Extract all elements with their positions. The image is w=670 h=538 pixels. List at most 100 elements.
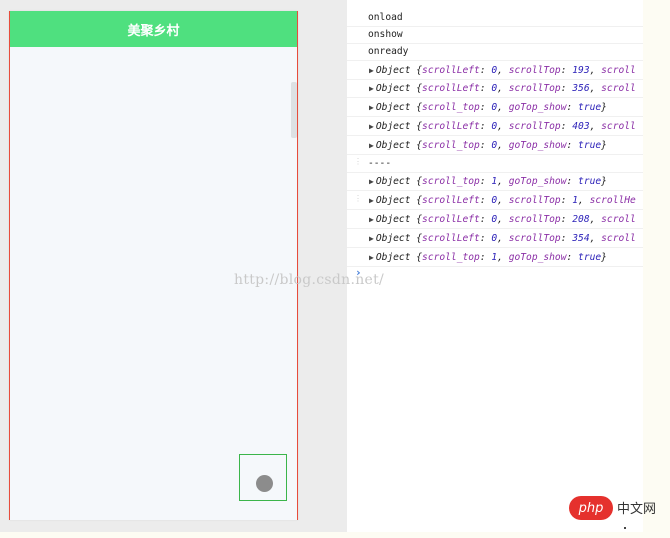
console-object-line[interactable]: ▶ Object {scrollLeft: 0, scrollTop: 1, sc…: [347, 191, 643, 210]
expand-triangle-icon[interactable]: ▶: [369, 234, 374, 243]
object-punct: }: [601, 175, 607, 187]
object-punct: ,: [497, 120, 509, 132]
object-key: scrollTop: [508, 64, 561, 76]
go-top-button[interactable]: [239, 454, 287, 501]
object-key: goTop_show: [508, 101, 567, 113]
object-type: Object: [375, 82, 411, 94]
object-key: scroll_top: [422, 251, 480, 263]
object-value: true: [578, 139, 602, 151]
console-object-line[interactable]: ▶ Object {scrollLeft: 0, scrollTop: 208, …: [347, 210, 643, 229]
console-object-line[interactable]: ▶ Object {scroll_top: 0, goTop_show: true…: [347, 136, 643, 155]
console-log-text: ----: [368, 157, 392, 169]
object-punct: :: [560, 232, 573, 244]
expand-triangle-icon[interactable]: ▶: [369, 84, 374, 93]
console-panel: ⋮ ⋮ › onload onshow onready ▶ Object {scroll…: [347, 0, 643, 532]
object-key: scrollLeft: [422, 213, 480, 225]
corner-dot: [624, 527, 626, 529]
navigation-bar: 美聚乡村: [10, 11, 297, 47]
object-punct: :: [560, 194, 573, 206]
object-value: true: [578, 251, 602, 263]
object-key: scrollTop: [508, 82, 561, 94]
object-value: 354: [572, 232, 590, 244]
expand-triangle-icon[interactable]: ▶: [369, 141, 374, 150]
object-punct: :: [479, 232, 492, 244]
object-type: Object: [375, 64, 411, 76]
object-key: scrollLeft: [422, 194, 480, 206]
object-punct: ,: [497, 213, 509, 225]
object-punct: :: [479, 64, 492, 76]
object-punct: ,: [589, 120, 602, 132]
object-value: true: [578, 101, 602, 113]
object-punct: ,: [497, 101, 509, 113]
object-punct: ,: [497, 64, 509, 76]
object-punct: :: [479, 101, 492, 113]
object-key: scroll: [601, 120, 636, 132]
console-log-text: onready: [368, 45, 409, 57]
object-value: 208: [572, 213, 590, 225]
object-key: goTop_show: [508, 139, 567, 151]
console-log-line: ----: [347, 154, 643, 173]
console-log-text: onshow: [368, 28, 403, 40]
go-top-icon: [255, 475, 273, 492]
object-punct: ,: [497, 175, 509, 187]
expand-triangle-icon[interactable]: ▶: [369, 177, 374, 186]
console-object-line[interactable]: ▶ Object {scrollLeft: 0, scrollTop: 354, …: [347, 229, 643, 248]
scrollbar[interactable]: [291, 82, 297, 138]
object-key: scroll_top: [422, 139, 480, 151]
object-punct: ,: [497, 139, 509, 151]
object-punct: }: [601, 101, 607, 113]
console-object-line[interactable]: ▶ Object {scrollLeft: 0, scrollTop: 403, …: [347, 117, 643, 136]
object-punct: ,: [578, 194, 590, 206]
object-key: scrollTop: [508, 213, 561, 225]
console-object-line[interactable]: ▶ Object {scrollLeft: 0, scrollTop: 356, …: [347, 79, 643, 98]
object-type: Object: [375, 251, 411, 263]
object-punct: :: [566, 251, 579, 263]
object-key: scrollHe: [589, 194, 636, 206]
object-key: scrollLeft: [422, 64, 480, 76]
object-key: scroll: [601, 232, 636, 244]
object-punct: ,: [589, 82, 602, 94]
console-object-line[interactable]: ▶ Object {scroll_top: 1, goTop_show: true…: [347, 248, 643, 267]
object-key: scroll_top: [422, 101, 480, 113]
object-key: scrollLeft: [422, 232, 480, 244]
object-key: goTop_show: [508, 251, 567, 263]
console-object-line[interactable]: ▶ Object {scrollLeft: 0, scrollTop: 193, …: [347, 61, 643, 80]
object-value: 193: [572, 64, 590, 76]
object-key: scrollTop: [508, 120, 561, 132]
object-type: Object: [375, 232, 411, 244]
phone-screen: 美聚乡村: [9, 11, 298, 520]
console-object-line[interactable]: ▶ Object {scroll_top: 0, goTop_show: true…: [347, 98, 643, 117]
expand-triangle-icon[interactable]: ▶: [369, 103, 374, 112]
console-object-line[interactable]: ▶ Object {scroll_top: 1, goTop_show: true…: [347, 172, 643, 191]
object-value: 356: [572, 82, 590, 94]
expand-triangle-icon[interactable]: ▶: [369, 253, 374, 262]
expand-triangle-icon[interactable]: ▶: [369, 122, 374, 131]
object-key: scroll: [601, 213, 636, 225]
object-key: scroll: [601, 82, 636, 94]
php-logo: php: [569, 496, 613, 520]
object-punct: :: [479, 82, 492, 94]
object-key: goTop_show: [508, 175, 567, 187]
watermark: http://blog.csdn.net/: [234, 272, 385, 288]
expand-triangle-icon[interactable]: ▶: [369, 215, 374, 224]
object-punct: :: [566, 101, 579, 113]
object-punct: :: [560, 64, 573, 76]
console-log-line: onready: [347, 42, 643, 61]
object-punct: :: [566, 175, 579, 187]
object-punct: ,: [497, 232, 509, 244]
object-punct: ,: [497, 251, 509, 263]
object-punct: :: [479, 213, 492, 225]
object-punct: :: [479, 139, 492, 151]
object-key: scrollTop: [508, 194, 561, 206]
object-punct: :: [560, 120, 573, 132]
object-punct: ,: [589, 232, 602, 244]
object-key: scroll: [601, 64, 636, 76]
expand-triangle-icon[interactable]: ▶: [369, 196, 374, 205]
object-punct: ,: [589, 213, 602, 225]
object-key: scrollTop: [508, 232, 561, 244]
object-key: scrollLeft: [422, 120, 480, 132]
object-punct: ,: [497, 194, 509, 206]
expand-triangle-icon[interactable]: ▶: [369, 66, 374, 75]
object-punct: }: [601, 251, 607, 263]
object-punct: :: [479, 194, 492, 206]
